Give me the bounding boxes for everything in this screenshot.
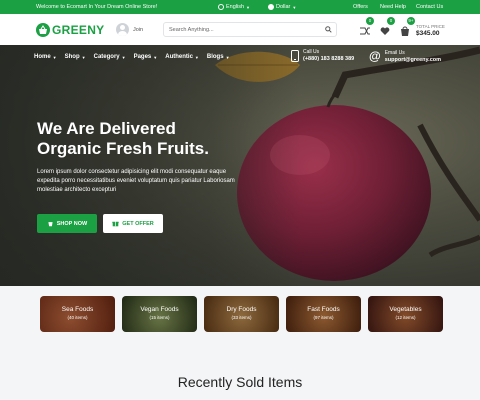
- hero-title-line: Organic Fresh Fruits.: [37, 139, 209, 158]
- category-overlay: [204, 296, 279, 332]
- category-count: (40 items): [67, 315, 88, 320]
- call-us[interactable]: Call Us (+880) 183 8288 389: [291, 49, 354, 62]
- chevron-down-icon: ▼: [194, 54, 199, 60]
- total-price-amount: $345.00: [416, 30, 440, 37]
- currency-select[interactable]: Dollar ▼: [268, 4, 296, 10]
- get-offer-label: GET OFFER: [122, 220, 154, 227]
- join-label: Join: [133, 26, 144, 33]
- wishlist-button[interactable]: 0: [378, 17, 395, 36]
- nav-item-pages[interactable]: Pages ▼: [134, 54, 158, 60]
- logo[interactable]: GREENY: [36, 23, 104, 37]
- heart-icon: [380, 27, 390, 35]
- chevron-down-icon: ▼: [81, 54, 86, 60]
- avatar: [116, 23, 129, 36]
- currency-label: Dollar: [276, 4, 291, 10]
- search-icon[interactable]: [325, 26, 332, 33]
- cart-total[interactable]: TOTAL PRICE $345.00: [416, 24, 445, 37]
- nav-label: Category: [93, 54, 120, 60]
- category-strip: Sea Foods (40 items) Vegan Foods (15 ite…: [40, 296, 443, 332]
- chevron-down-icon: ▼: [292, 4, 297, 10]
- wishlist-badge: 0: [387, 17, 395, 25]
- contact-us-link[interactable]: Contact Us: [416, 4, 443, 10]
- compare-badge: 0: [366, 17, 374, 25]
- at-sign-icon: @: [369, 49, 381, 63]
- hero-title: We Are Delivered Organic Fresh Fruits.: [37, 119, 209, 159]
- category-count: (33 items): [231, 315, 252, 320]
- get-offer-button[interactable]: GET OFFER: [103, 214, 163, 233]
- compare-button[interactable]: 0: [357, 17, 374, 36]
- call-us-label: Call Us: [303, 49, 320, 55]
- nav-item-home[interactable]: Home ▼: [34, 54, 57, 60]
- logo-text: GREENY: [52, 23, 105, 37]
- shop-now-label: SHOP NOW: [56, 220, 88, 227]
- hero-title-line: We Are Delivered: [37, 119, 176, 138]
- category-overlay: [286, 296, 361, 332]
- basket-logo-icon: [36, 23, 50, 37]
- email-us-label: Email Us: [384, 49, 405, 56]
- chevron-down-icon: ▼: [121, 54, 126, 60]
- section-title: Recently Sold Items: [177, 374, 303, 390]
- category-name: Fast Foods: [307, 306, 340, 313]
- coin-icon: [268, 4, 274, 10]
- offers-link[interactable]: Offers: [353, 4, 368, 10]
- need-help-link[interactable]: Need Help: [380, 4, 406, 10]
- header: GREENY Join 0 0 9+ TOTAL PRICE $345.00: [0, 14, 480, 45]
- category-card-vegetables[interactable]: Vegetables (12 items): [368, 296, 443, 332]
- phone-icon: [291, 49, 299, 62]
- shopping-bag-icon: [401, 26, 409, 36]
- call-us-number: (+880) 183 8288 389: [303, 56, 355, 62]
- nav-item-authentic[interactable]: Authentic ▼: [165, 54, 199, 60]
- gift-icon: [112, 221, 119, 227]
- nav-label: Blogs: [206, 54, 224, 60]
- category-name: Dry Foods: [226, 306, 257, 313]
- nav-item-shop[interactable]: Shop ▼: [65, 54, 86, 60]
- category-card-sea-foods[interactable]: Sea Foods (40 items): [40, 296, 115, 332]
- chevron-down-icon: ▼: [246, 4, 251, 10]
- hero-description: Lorem ipsum dolor consectetur adipisicin…: [37, 169, 235, 193]
- chevron-down-icon: ▼: [153, 54, 158, 60]
- category-card-fast-foods[interactable]: Fast Foods (97 items): [286, 296, 361, 332]
- nav-label: Pages: [133, 54, 152, 60]
- category-card-vegan-foods[interactable]: Vegan Foods (15 items): [122, 296, 197, 332]
- bag-icon: [48, 222, 53, 227]
- search-bar: [163, 22, 337, 37]
- category-overlay: [368, 296, 443, 332]
- join-link[interactable]: Join: [116, 23, 143, 36]
- email-us[interactable]: @ Email Us support@greeny.com: [369, 49, 441, 63]
- shuffle-icon: [360, 27, 370, 35]
- nav-item-category[interactable]: Category ▼: [94, 54, 126, 60]
- nav-item-blogs[interactable]: Blogs ▼: [207, 54, 230, 60]
- cart-badge: 9+: [407, 17, 415, 25]
- chevron-down-icon: ▼: [225, 54, 230, 60]
- category-card-dry-foods[interactable]: Dry Foods (33 items): [204, 296, 279, 332]
- category-overlay: [122, 296, 197, 332]
- welcome-message: Welcome to Ecomart In Your Dream Online …: [36, 4, 158, 10]
- language-select[interactable]: English ▼: [218, 4, 250, 10]
- hero-banner: Home ▼ Shop ▼ Category ▼ Pages ▼ Authentic ▼ …: [0, 45, 480, 286]
- category-name: Vegan Foods: [140, 306, 179, 313]
- category-count: (15 items): [149, 315, 170, 320]
- category-name: Sea Foods: [61, 306, 94, 313]
- category-count: (12 items): [395, 315, 416, 320]
- language-label: English: [226, 4, 245, 10]
- category-count: (97 items): [313, 315, 334, 320]
- nav-label: Home: [34, 54, 51, 60]
- cart-button[interactable]: 9+: [398, 17, 415, 36]
- nav-label: Shop: [64, 54, 80, 60]
- shop-now-button[interactable]: SHOP NOW: [37, 214, 97, 233]
- total-price-label: TOTAL PRICE: [416, 24, 445, 29]
- main-nav: Home ▼ Shop ▼ Category ▼ Pages ▼ Authentic ▼ …: [34, 54, 230, 60]
- top-bar: Welcome to Ecomart In Your Dream Online …: [0, 0, 480, 14]
- globe-icon: [218, 4, 224, 10]
- nav-label: Authentic: [165, 54, 193, 60]
- chevron-down-icon: ▼: [52, 54, 57, 60]
- hero-overlay: [0, 45, 300, 286]
- email-us-address: support@greeny.com: [384, 56, 442, 63]
- category-overlay: [40, 296, 115, 332]
- search-input[interactable]: [169, 26, 319, 34]
- category-name: Vegetables: [389, 306, 422, 313]
